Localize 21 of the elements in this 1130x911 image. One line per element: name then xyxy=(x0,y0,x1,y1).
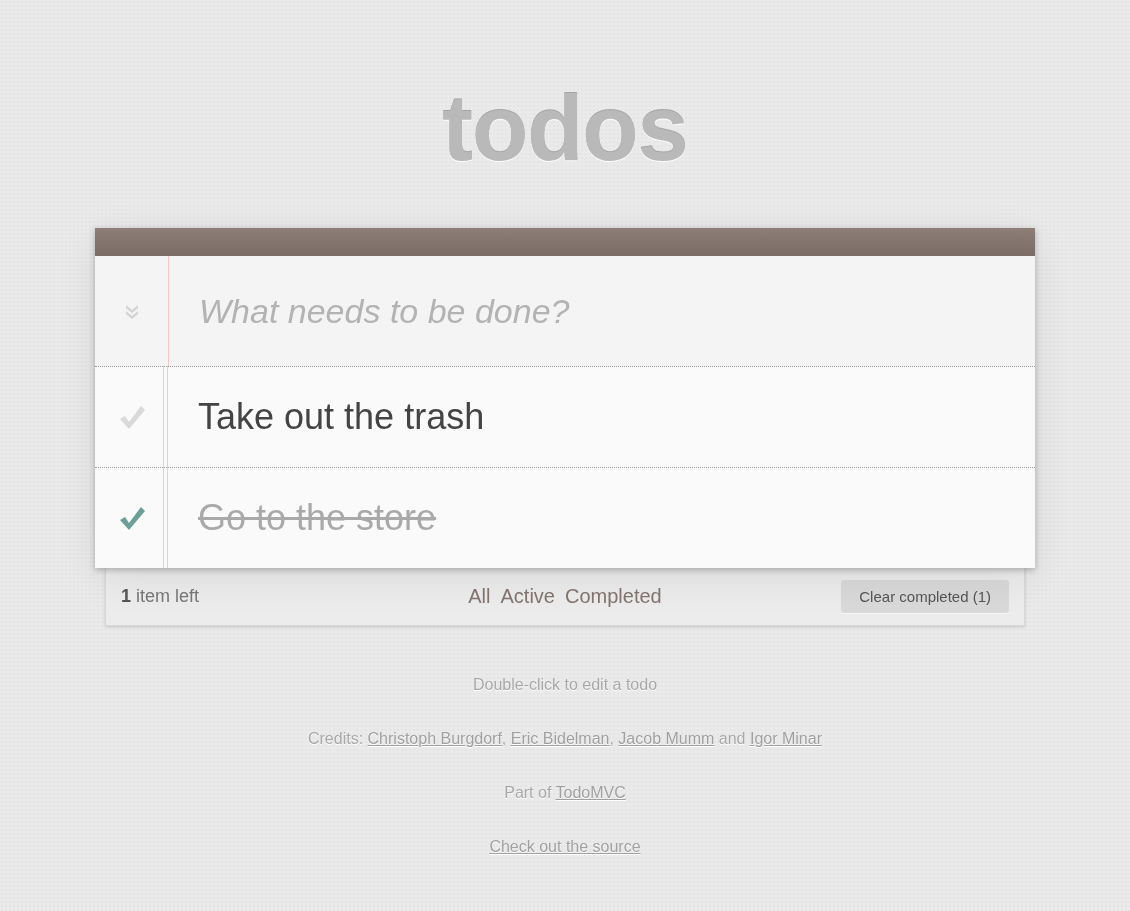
info-link[interactable]: Christoph Burgdorf xyxy=(367,730,502,747)
todo-title[interactable]: Take out the trash xyxy=(198,396,485,438)
source-link[interactable]: Check out the source xyxy=(489,838,641,855)
toggle-all-icon[interactable] xyxy=(123,303,140,319)
info-text: Credits: Christoph Burgdorf, Eric Bidelman, Jacob Mumm and Igor Minar xyxy=(308,729,822,749)
filter-link[interactable]: Completed xyxy=(565,585,662,608)
checkmark-icon[interactable] xyxy=(117,403,146,431)
new-todo-field[interactable]: What needs to be done? xyxy=(168,256,1035,366)
info-link[interactable]: Jacob Mumm xyxy=(618,730,715,747)
info-link[interactable]: Eric Bidelman xyxy=(510,730,610,747)
filter-link[interactable]: Active xyxy=(500,585,555,608)
info-link[interactable]: Igor Minar xyxy=(749,730,822,747)
info-text: Part of TodoMVC xyxy=(504,783,626,803)
todo-title[interactable]: Go to the store xyxy=(198,497,437,539)
filter-link[interactable]: All xyxy=(468,585,491,608)
app-title: todos xyxy=(442,82,688,181)
info-link[interactable]: TodoMVC xyxy=(555,784,626,801)
clear-completed-button[interactable]: Clear completed (1) xyxy=(841,580,1009,613)
checkmark-icon[interactable] xyxy=(117,504,146,532)
info-text: Double-click to edit a todo xyxy=(472,675,658,695)
items-left-count: 1 item left xyxy=(121,586,201,607)
